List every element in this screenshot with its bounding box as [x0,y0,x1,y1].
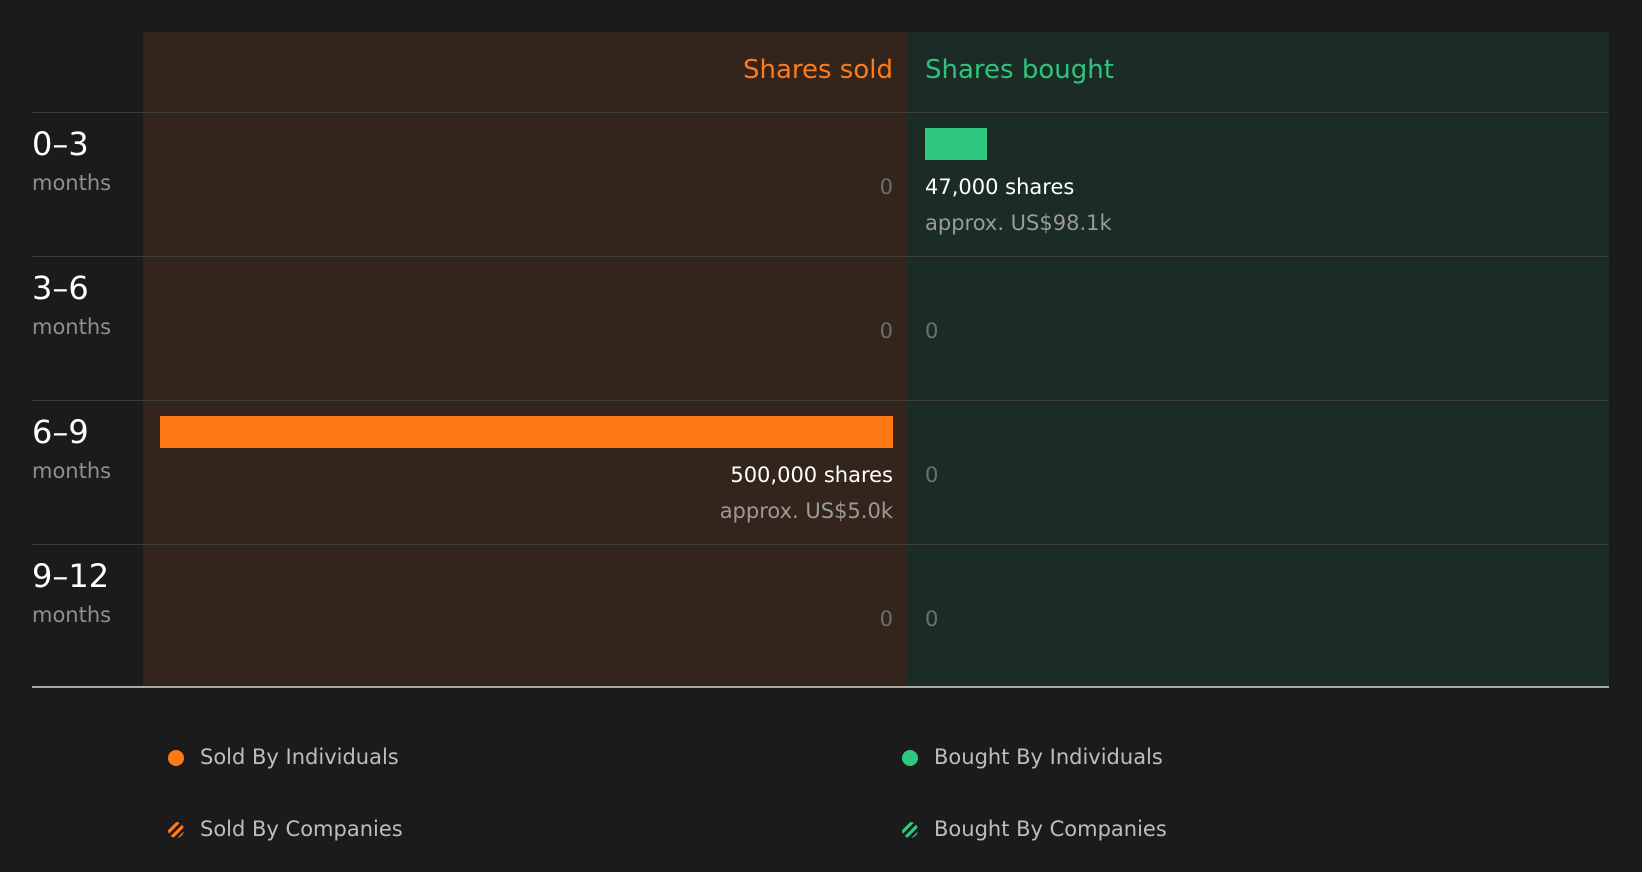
hatched-orange-dot-icon [168,822,184,838]
bought-value-label: approx. US$98.1k [925,211,1112,235]
period-range-label: 6–9 [32,413,89,451]
bought-bar[interactable] [925,128,988,160]
category-row: 6–9 months 500,000 shares approx. US$5.0k 0 [0,400,1642,544]
category-row: 3–6 months 0 0 [0,256,1642,400]
row-divider [32,256,1609,257]
sold-bar[interactable] [160,416,893,448]
period-range-label: 9–12 [32,557,110,595]
period-range-label: 3–6 [32,269,89,307]
orange-dot-icon [168,750,184,766]
row-divider [32,544,1609,545]
insider-trading-chart: Shares sold Shares bought 0–3 months 0 47,0… [0,0,1642,700]
bought-zero-label: 0 [925,319,939,343]
sold-zero-label: 0 [879,319,893,343]
chart-baseline [32,686,1609,688]
period-unit-label: months [32,603,112,627]
green-dot-icon [902,750,918,766]
category-row: 0–3 months 0 47,000 shares approx. US$98.1k [0,112,1642,256]
legend-label: Sold By Companies [200,817,403,841]
legend-label: Sold By Individuals [200,745,399,769]
sold-zero-label: 0 [879,175,893,199]
bought-shares-label: 47,000 shares [925,175,1075,199]
period-range-label: 0–3 [32,125,89,163]
period-unit-label: months [32,315,112,339]
sold-value-label: approx. US$5.0k [719,499,893,523]
period-unit-label: months [32,459,112,483]
legend-label: Bought By Individuals [934,745,1163,769]
shares-sold-header: Shares sold [742,55,893,85]
hatched-green-dot-icon [902,822,918,838]
row-divider [32,400,1609,401]
sold-shares-label: 500,000 shares [730,463,893,487]
category-row: 9–12 months 0 0 [0,544,1642,688]
legend-label: Bought By Companies [934,817,1167,841]
shares-bought-header: Shares bought [925,55,1114,85]
sold-zero-label: 0 [879,607,893,631]
period-unit-label: months [32,171,112,195]
row-divider [32,112,1609,113]
bought-zero-label: 0 [925,607,939,631]
bought-zero-label: 0 [925,463,939,487]
